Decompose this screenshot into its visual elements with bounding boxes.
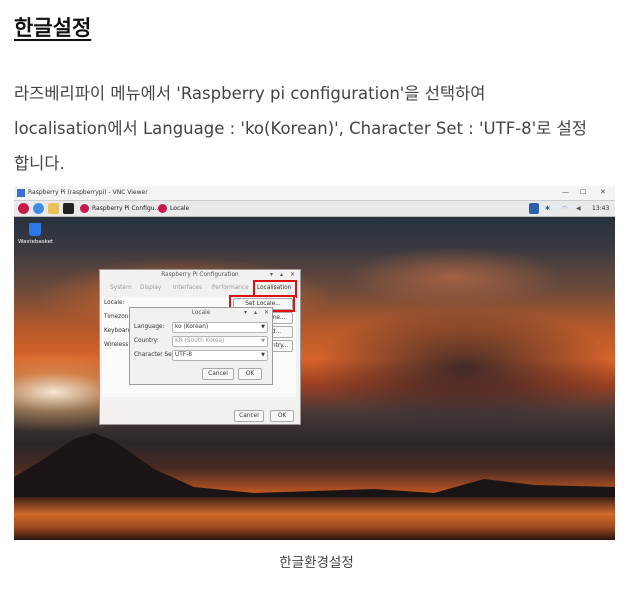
chevron-up-icon[interactable]: ▴	[254, 309, 257, 316]
globe-icon[interactable]	[33, 203, 44, 214]
charset-value: UTF-8	[175, 352, 192, 358]
maximize-icon[interactable]: ☐	[580, 188, 586, 196]
dropdown-arrow-icon: ▼	[261, 324, 265, 330]
clock: 13:43	[592, 205, 610, 212]
description-paragraph: 라즈베리파이 메뉴에서 'Raspberry pi configuration'…	[14, 76, 619, 181]
ok-button[interactable]: OK	[270, 410, 294, 422]
raspberry-config-icon	[80, 204, 89, 213]
locale-dialog-title: Locale	[191, 310, 211, 316]
locale-dialog: Locale ▾ ▴ ✕ Language: ko (Korean) ▼ Cou…	[129, 307, 273, 385]
vnc-window-title: Raspberry Pi (raspberrypi) - VNC Viewer	[28, 189, 148, 196]
language-label: Language:	[134, 324, 165, 330]
chevron-down-icon[interactable]: ▾	[270, 271, 273, 278]
pi-taskbar: Raspberry Pi Configu... Locale ✱ ◠ ◀ 13:…	[14, 201, 615, 217]
bluetooth-icon[interactable]: ✱	[545, 205, 550, 212]
paragraph-line: localisation에서 Language : 'ko(Korean)', …	[14, 119, 587, 138]
desktop-wallpaper: Wastebasket Raspberry Pi Configuration ▾…	[14, 217, 615, 540]
vnc-tray-icon[interactable]	[529, 203, 539, 214]
wallpaper-cloud	[314, 307, 614, 427]
raspberry-icon[interactable]	[18, 203, 29, 214]
raspberry-locale-icon	[158, 204, 167, 213]
paragraph-line: 합니다.	[14, 154, 65, 173]
water-reflection	[14, 497, 615, 540]
trash-icon[interactable]	[29, 223, 41, 236]
paragraph-line: 라즈베리파이 메뉴에서 'Raspberry pi configuration'…	[14, 84, 486, 103]
minimize-icon[interactable]: —	[562, 188, 569, 196]
trash-label: Wastebasket	[18, 239, 54, 245]
close-icon[interactable]: ✕	[600, 188, 606, 196]
terminal-icon[interactable]	[63, 203, 74, 214]
tab-display[interactable]: Display	[140, 283, 161, 294]
dropdown-arrow-icon: ▼	[261, 352, 265, 358]
country-value: KR (South Korea)	[175, 338, 225, 344]
volume-icon[interactable]: ◀	[576, 205, 581, 212]
row-label-locale: Locale:	[104, 300, 125, 306]
chevron-down-icon[interactable]: ▾	[244, 309, 247, 316]
dropdown-arrow-icon: ▼	[261, 338, 265, 344]
cancel-button[interactable]: Cancel	[234, 410, 264, 422]
taskbar-app-config[interactable]: Raspberry Pi Configu...	[92, 205, 160, 212]
vnc-title-bar: Raspberry Pi (raspberrypi) - VNC Viewer …	[14, 186, 615, 201]
wifi-icon[interactable]: ◠	[562, 205, 567, 212]
country-label: Country:	[134, 338, 159, 344]
charset-select[interactable]: UTF-8 ▼	[172, 350, 268, 361]
folder-icon[interactable]	[48, 203, 59, 214]
close-icon[interactable]: ✕	[264, 309, 269, 316]
charset-label: Character Set:	[134, 352, 176, 358]
wallpaper-cloud	[344, 247, 564, 307]
locale-cancel-button[interactable]: Cancel	[202, 368, 234, 380]
tab-interfaces[interactable]: Interfaces	[173, 283, 202, 294]
language-select[interactable]: ko (Korean) ▼	[172, 322, 268, 333]
locale-ok-button[interactable]: OK	[238, 368, 262, 380]
vnc-app-icon	[17, 189, 25, 197]
chevron-up-icon[interactable]: ▴	[280, 271, 283, 278]
close-icon[interactable]: ✕	[290, 271, 295, 278]
language-value: ko (Korean)	[175, 324, 209, 330]
image-caption: 한글환경설정	[279, 555, 354, 571]
tab-system[interactable]: System	[110, 283, 132, 294]
screenshot-image: Raspberry Pi (raspberrypi) - VNC Viewer …	[14, 186, 615, 540]
section-heading: 한글설정	[14, 16, 92, 40]
country-select[interactable]: KR (South Korea) ▼	[172, 336, 268, 347]
taskbar-app-locale[interactable]: Locale	[170, 205, 189, 212]
tab-performance[interactable]: Performance	[212, 283, 249, 294]
